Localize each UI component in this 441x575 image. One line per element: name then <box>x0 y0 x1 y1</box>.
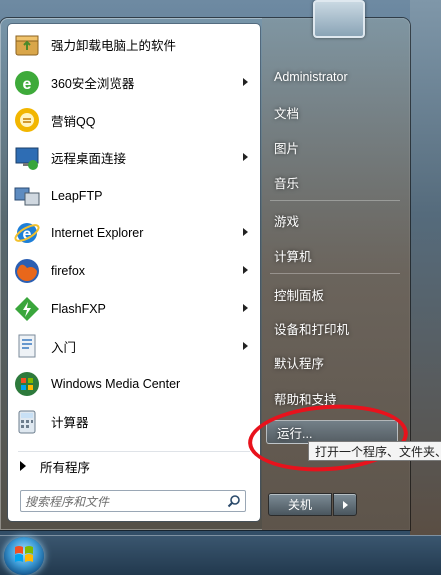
divider <box>18 451 250 452</box>
360-browser-icon: e <box>12 68 42 98</box>
games-label: 游戏 <box>274 214 300 229</box>
remote-desktop-icon <box>12 143 42 173</box>
program-item-firefox[interactable]: firefox <box>8 252 260 290</box>
music-label: 音乐 <box>274 176 300 191</box>
program-item-leapftp[interactable]: LeapFTP <box>8 177 260 215</box>
uninstall-box-icon <box>12 30 42 60</box>
devices-printers-label: 设备和打印机 <box>274 322 350 337</box>
right-link-documents[interactable]: 文档 <box>264 97 402 127</box>
all-programs-button[interactable]: 所有程序 <box>8 454 260 478</box>
leapftp-icon <box>12 181 42 211</box>
search-input[interactable] <box>23 492 222 512</box>
program-label: FlashFXP <box>51 301 106 316</box>
shutdown-label: 关机 <box>287 498 312 512</box>
program-item-remote-desktop[interactable]: 远程桌面连接 <box>8 139 260 177</box>
getting-started-icon <box>12 331 42 361</box>
control-panel-label: 控制面板 <box>274 288 325 303</box>
divider <box>270 200 400 201</box>
program-label: LeapFTP <box>51 188 103 203</box>
program-item-flashfxp[interactable]: FlashFXP <box>8 290 260 328</box>
program-list: 强力卸载电脑上的软件 e 360安全浏览器 营销QQ 远程桌面连接 LeapFT… <box>8 26 260 441</box>
program-label: 计算器 <box>51 416 89 431</box>
flashfxp-icon <box>12 294 42 324</box>
program-item-360-browser[interactable]: e 360安全浏览器 <box>8 64 260 102</box>
program-label: Internet Explorer <box>51 226 144 241</box>
search-box[interactable] <box>20 490 246 512</box>
documents-label: 文档 <box>274 106 300 121</box>
program-label: 营销QQ <box>51 114 96 129</box>
program-item-calculator[interactable]: 计算器 <box>8 403 260 441</box>
right-link-user[interactable]: Administrator <box>264 62 402 92</box>
windows-logo-icon <box>13 543 35 570</box>
program-item-qq[interactable]: 营销QQ <box>8 101 260 139</box>
triangle-right-icon <box>342 500 348 509</box>
submenu-arrow-icon[interactable] <box>243 341 248 350</box>
program-item-uninstaller[interactable]: 强力卸载电脑上的软件 <box>8 26 260 64</box>
submenu-arrow-icon[interactable] <box>243 303 248 312</box>
internet-explorer-icon: e <box>12 218 42 248</box>
right-link-games[interactable]: 游戏 <box>264 205 402 235</box>
qq-icon <box>12 105 42 135</box>
calculator-icon <box>12 407 42 437</box>
shutdown-options-button[interactable] <box>333 493 357 516</box>
program-label: 入门 <box>51 340 77 355</box>
submenu-arrow-icon[interactable] <box>243 153 248 162</box>
divider <box>270 273 400 274</box>
right-link-music[interactable]: 音乐 <box>264 167 402 197</box>
all-programs-label: 所有程序 <box>40 460 91 475</box>
program-item-internet-explorer[interactable]: e Internet Explorer <box>8 214 260 252</box>
program-label: 强力卸载电脑上的软件 <box>51 39 177 54</box>
submenu-arrow-icon[interactable] <box>243 266 248 275</box>
program-label: 360安全浏览器 <box>51 77 135 92</box>
user-name: Administrator <box>274 70 348 84</box>
right-link-computer[interactable]: 计算机 <box>264 240 402 270</box>
run-tooltip: 打开一个程序、文件夹、 <box>308 441 441 461</box>
windows-media-center-icon <box>12 369 42 399</box>
default-programs-label: 默认程序 <box>274 356 325 371</box>
program-label: 远程桌面连接 <box>51 152 127 167</box>
right-link-default-programs[interactable]: 默认程序 <box>264 347 402 377</box>
svg-text:e: e <box>23 76 32 93</box>
right-link-control-panel[interactable]: 控制面板 <box>264 279 402 309</box>
start-menu-programs-pane: 强力卸载电脑上的软件 e 360安全浏览器 营销QQ 远程桌面连接 LeapFT… <box>8 24 260 521</box>
search-icon[interactable] <box>227 494 241 513</box>
program-label: Windows Media Center <box>51 377 181 392</box>
right-link-pictures[interactable]: 图片 <box>264 132 402 162</box>
submenu-arrow-icon[interactable] <box>243 77 248 86</box>
firefox-icon <box>12 256 42 286</box>
program-label: firefox <box>51 263 86 278</box>
submenu-arrow-icon[interactable] <box>243 228 248 237</box>
program-item-getting-started[interactable]: 入门 <box>8 328 260 366</box>
user-picture[interactable] <box>313 0 365 38</box>
computer-label: 计算机 <box>274 249 312 264</box>
triangle-right-icon <box>20 461 26 471</box>
program-item-windows-media-center[interactable]: Windows Media Center <box>8 365 260 403</box>
taskbar <box>0 535 441 575</box>
right-link-devices-printers[interactable]: 设备和打印机 <box>264 313 402 343</box>
start-button[interactable] <box>4 537 44 575</box>
pictures-label: 图片 <box>274 141 300 156</box>
shutdown-button[interactable]: 关机 <box>268 493 332 516</box>
